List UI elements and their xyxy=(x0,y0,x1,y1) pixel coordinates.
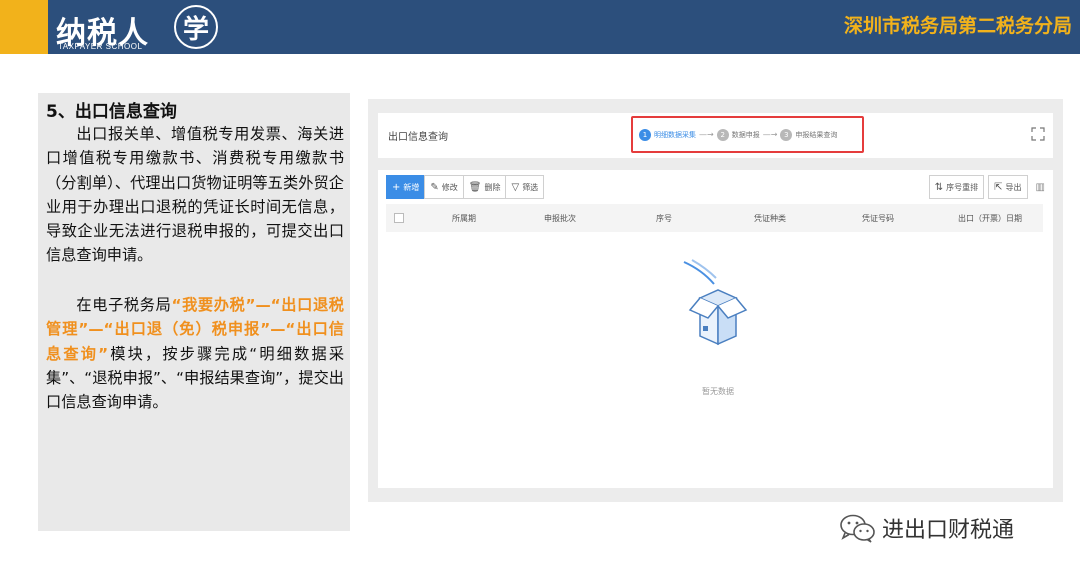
fullscreen-icon[interactable] xyxy=(1031,127,1045,141)
paragraph-steps: 在电子税务局“我要办税”—“出口退税管理”—“出口退（免）税申报”—“出口信息查… xyxy=(46,293,344,414)
instruction-panel: 5、出口信息查询 出口报关单、增值税专用发票、海关进口增值税专用缴款书、消费税专… xyxy=(38,93,350,531)
step-label: 明细数据采集 xyxy=(654,130,696,139)
add-button[interactable]: + 新增 xyxy=(386,175,426,199)
page-name: 出口信息查询 xyxy=(388,132,448,143)
step-label: 数据申报 xyxy=(731,130,760,139)
arrow-right-icon: —→ xyxy=(762,130,778,139)
watermark-text: 进出口财税通 xyxy=(882,518,1015,543)
sort-label: 序号重排 xyxy=(946,182,979,192)
edit-button[interactable]: ✎ 修改 xyxy=(424,175,464,199)
column-header[interactable]: 所属期 xyxy=(452,213,476,224)
wechat-icon xyxy=(840,514,875,543)
step-indicator: 1 明细数据采集 —→ 2 数据申报 —→ 3 申报结果查询 xyxy=(631,116,864,153)
edit-label: 修改 xyxy=(441,182,458,192)
step-number: 3 xyxy=(780,128,793,141)
logo-badge-icon: 学 xyxy=(174,5,218,49)
step-number: 1 xyxy=(639,128,651,141)
watermark: 进出口财税通 xyxy=(838,512,1014,544)
filter-icon: ▽ xyxy=(511,181,520,193)
select-all-checkbox[interactable] xyxy=(394,213,404,223)
empty-state: 暂无数据 xyxy=(678,258,758,396)
add-label: 新增 xyxy=(403,182,420,192)
step-label: 申报结果查询 xyxy=(795,130,838,139)
empty-box-icon xyxy=(683,259,748,346)
paragraph-steps-lead: 在电子税务局 xyxy=(76,296,172,314)
delete-button[interactable]: 🗑 删除 xyxy=(462,175,507,199)
empty-state-text: 暂无数据 xyxy=(702,387,734,396)
step-1[interactable]: 1 明细数据采集 xyxy=(639,128,696,141)
column-header[interactable]: 凭证号码 xyxy=(862,213,894,224)
app-topbar: 出口信息查询 1 明细数据采集 —→ 2 数据申报 —→ 3 申报结果查询 xyxy=(378,113,1053,158)
content-area: + 新增 ✎ 修改 🗑 删除 ▽ 筛选 ⇅ 序号重排 ⇱ 导出 ▥ 所属期 申报批次 序号 … xyxy=(378,170,1053,488)
step-number: 2 xyxy=(716,128,729,141)
sort-button[interactable]: ⇅ 序号重排 xyxy=(928,175,985,199)
header-banner: 纳税人 TAXPAYER SCHOOL 学 深圳市税务局第二税务分局 xyxy=(0,0,1080,54)
toolbar: + 新增 ✎ 修改 🗑 删除 ▽ 筛选 xyxy=(386,175,545,199)
column-header[interactable]: 序号 xyxy=(656,213,672,224)
plus-icon: + xyxy=(392,181,401,193)
export-label: 导出 xyxy=(1005,182,1022,192)
filter-button[interactable]: ▽ 筛选 xyxy=(505,175,545,199)
logo-subtitle: TAXPAYER SCHOOL xyxy=(58,42,143,51)
paragraph-description: 出口报关单、增值税专用发票、海关进口增值税专用缴款书、消费税专用缴款书（分割单）… xyxy=(46,125,344,265)
header-accent-bar xyxy=(0,0,48,54)
column-settings-icon[interactable]: ▥ xyxy=(1036,182,1045,193)
organization-title: 深圳市税务局第二税务分局 xyxy=(843,15,1072,37)
column-header[interactable]: 出口（开票）日期 xyxy=(958,213,1022,224)
delete-label: 删除 xyxy=(484,182,501,192)
table-header: 所属期 申报批次 序号 凭证种类 凭证号码 出口（开票）日期 xyxy=(386,204,1043,232)
column-header[interactable]: 凭证种类 xyxy=(754,213,786,224)
trash-icon: 🗑 xyxy=(468,181,482,193)
toolbar-right: ⇅ 序号重排 ⇱ 导出 ▥ xyxy=(928,175,1045,199)
section-title: 5、出口信息查询 xyxy=(46,102,177,122)
column-header[interactable]: 申报批次 xyxy=(544,213,576,224)
app-screenshot: 出口信息查询 1 明细数据采集 —→ 2 数据申报 —→ 3 申报结果查询 + 新… xyxy=(368,99,1063,502)
export-button[interactable]: ⇱ 导出 xyxy=(988,175,1028,199)
arrow-right-icon: —→ xyxy=(699,130,714,139)
step-2[interactable]: 2 数据申报 xyxy=(716,128,760,141)
sort-icon: ⇅ xyxy=(934,181,944,193)
export-icon: ⇱ xyxy=(994,181,1003,193)
edit-icon: ✎ xyxy=(430,181,439,193)
filter-label: 筛选 xyxy=(522,182,539,192)
step-3[interactable]: 3 申报结果查询 xyxy=(780,128,838,141)
